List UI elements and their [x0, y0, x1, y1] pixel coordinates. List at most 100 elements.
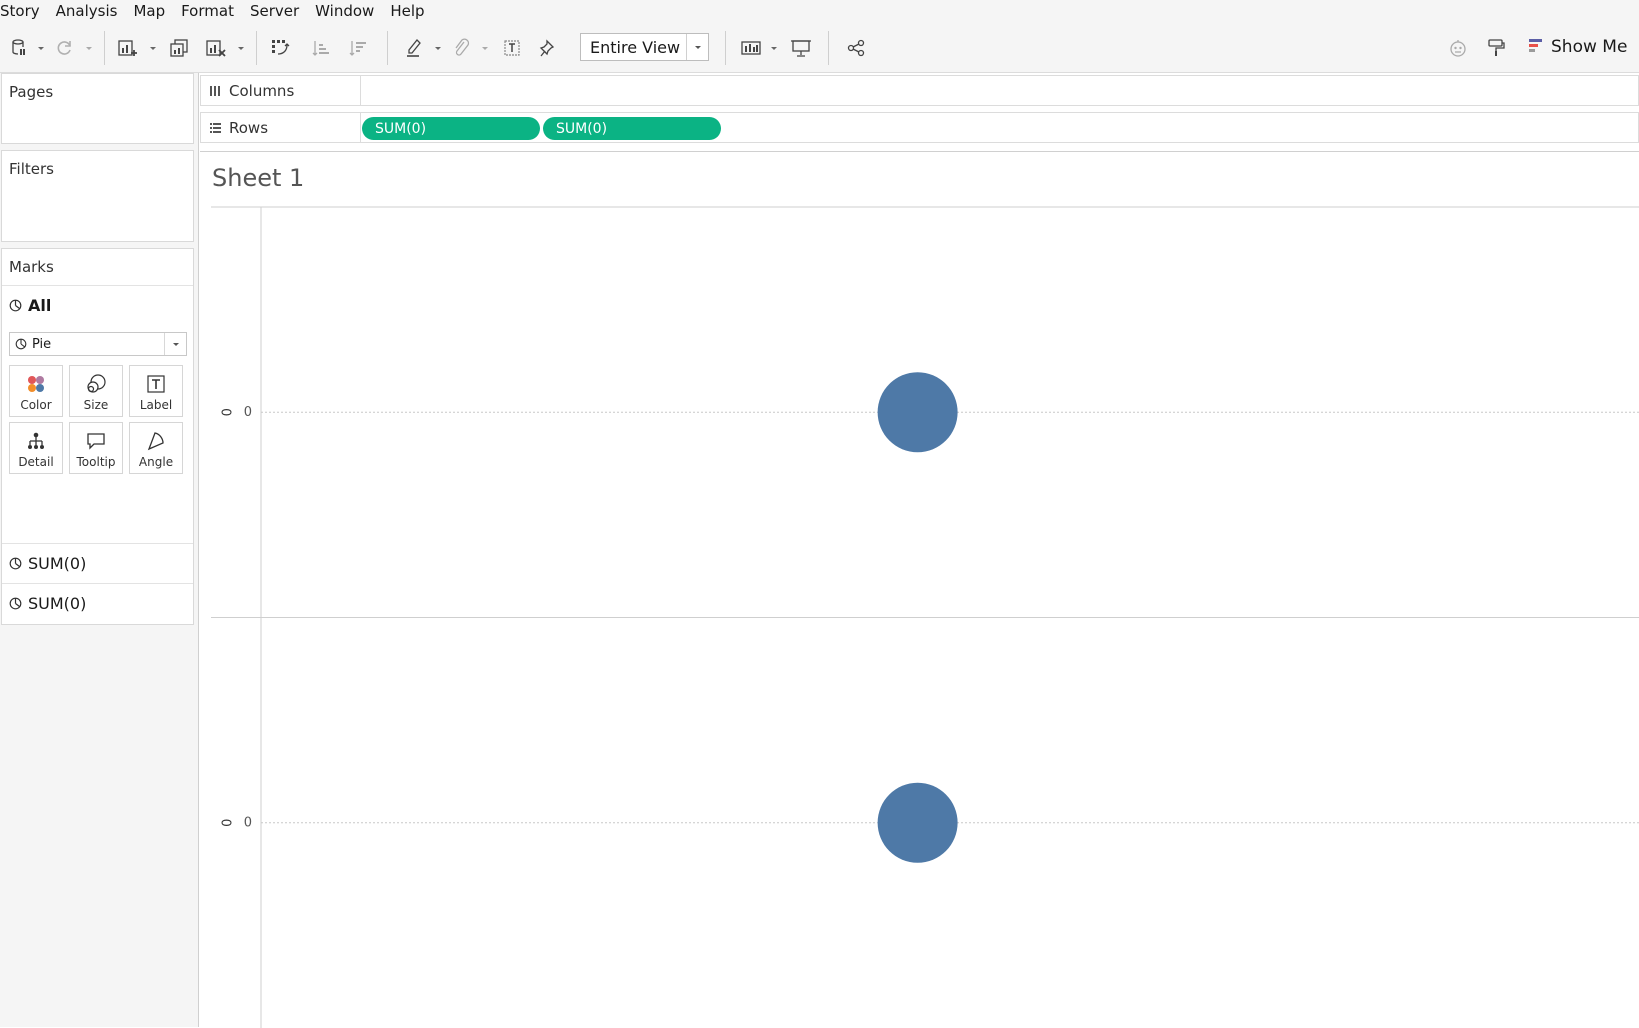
- menu-map[interactable]: Map: [125, 0, 173, 23]
- columns-icon: [201, 85, 229, 97]
- pause-data-icon[interactable]: [8, 35, 30, 61]
- caret-down-icon[interactable]: [37, 44, 45, 52]
- left-panel: Pages Filters Marks All Pie Color Size L…: [0, 73, 199, 1027]
- mark-type-dropdown[interactable]: Pie: [9, 332, 187, 356]
- chevron-down-icon[interactable]: [164, 333, 186, 355]
- show-mark-labels-icon[interactable]: [500, 35, 524, 61]
- pie-mark: [877, 782, 958, 863]
- row-pill-sum[interactable]: SUM(0): [362, 117, 540, 140]
- clear-sheet-icon[interactable]: [204, 35, 228, 61]
- caret-down-icon[interactable]: [237, 44, 245, 52]
- size-label: Size: [83, 398, 109, 412]
- toolbar: Entire View Show Me: [0, 23, 1639, 73]
- pie-mark-icon: [10, 338, 32, 350]
- menu-server[interactable]: Server: [242, 0, 307, 23]
- toolbar-divider: [256, 31, 257, 65]
- refresh-icon[interactable]: [52, 35, 76, 61]
- marks-measure-tab[interactable]: SUM(0): [2, 543, 193, 583]
- filters-card[interactable]: Filters: [1, 150, 194, 242]
- color-palette-icon: [26, 366, 46, 396]
- show-me-icon: [1528, 37, 1544, 58]
- show-cards-icon[interactable]: [738, 35, 764, 61]
- highlight-icon[interactable]: [402, 35, 426, 61]
- duplicate-sheet-icon[interactable]: [167, 35, 191, 61]
- marks-measure-tab[interactable]: SUM(0): [2, 583, 193, 623]
- presentation-mode-icon[interactable]: [788, 35, 814, 61]
- fix-axes-pin-icon[interactable]: [537, 35, 561, 61]
- axis-title: 0: [221, 408, 236, 416]
- label-label: Label: [139, 398, 173, 412]
- caret-down-icon[interactable]: [481, 44, 489, 52]
- marks-all-label: All: [28, 296, 52, 315]
- size-mark-button[interactable]: Size: [69, 365, 123, 417]
- rows-shelf-label: Rows: [201, 113, 361, 142]
- caret-down-icon[interactable]: [434, 44, 442, 52]
- hierarchy-detail-icon: [26, 423, 46, 453]
- measure-tab-label: SUM(0): [28, 594, 87, 613]
- caret-down-icon[interactable]: [149, 44, 157, 52]
- tooltip-mark-button[interactable]: Tooltip: [69, 422, 123, 474]
- pages-card[interactable]: Pages: [1, 73, 194, 144]
- columns-label: Columns: [229, 81, 295, 100]
- columns-shelf-label: Columns: [201, 76, 361, 105]
- tick-label: 0: [244, 405, 252, 420]
- menu-help[interactable]: Help: [382, 0, 432, 23]
- angle-wedge-icon: [146, 423, 166, 453]
- chevron-down-icon[interactable]: [686, 34, 708, 60]
- pie-mark-icon: [2, 557, 28, 570]
- pie-chart: 0 00 0: [211, 206, 1639, 1028]
- fit-view-label: Entire View: [590, 37, 681, 57]
- format-painter-icon[interactable]: [1484, 35, 1508, 61]
- text-label-icon: [146, 366, 166, 396]
- share-icon[interactable]: [844, 35, 868, 61]
- show-me-label: Show Me: [1551, 37, 1628, 57]
- angle-label: Angle: [138, 455, 174, 469]
- pages-title: Pages: [9, 83, 54, 101]
- row-pill-sum[interactable]: SUM(0): [543, 117, 721, 140]
- speech-bubble-icon: [86, 423, 106, 453]
- swap-rows-columns-icon[interactable]: [268, 35, 292, 61]
- pie-mark: [877, 372, 958, 453]
- menu-story[interactable]: Story: [0, 0, 48, 23]
- menu-bar: Story Analysis Map Format Server Window …: [0, 0, 1639, 23]
- tooltip-label: Tooltip: [76, 455, 116, 469]
- menu-format[interactable]: Format: [173, 0, 242, 23]
- angle-mark-button[interactable]: Angle: [129, 422, 183, 474]
- toolbar-divider: [387, 31, 388, 65]
- new-worksheet-icon[interactable]: [116, 35, 140, 61]
- worksheet-view: Sheet 1 0000: [200, 151, 1639, 1028]
- sort-ascending-icon[interactable]: [309, 35, 333, 61]
- detail-label: Detail: [18, 455, 54, 469]
- sort-descending-icon[interactable]: [346, 35, 370, 61]
- filters-title: Filters: [9, 160, 54, 178]
- toolbar-divider: [828, 31, 829, 65]
- rows-icon: [201, 122, 229, 134]
- columns-shelf[interactable]: Columns: [200, 75, 1639, 106]
- toolbar-divider: [725, 31, 726, 65]
- pie-mark-icon: [2, 299, 28, 312]
- fit-view-dropdown[interactable]: Entire View: [580, 33, 709, 61]
- menu-analysis[interactable]: Analysis: [48, 0, 126, 23]
- color-label: Color: [20, 398, 52, 412]
- show-me-button[interactable]: Show Me: [1528, 34, 1627, 60]
- tick-label: 0: [244, 815, 252, 830]
- group-members-icon[interactable]: [449, 35, 473, 61]
- measure-tab-label: SUM(0): [28, 554, 87, 573]
- menu-window[interactable]: Window: [307, 0, 382, 23]
- caret-down-icon[interactable]: [770, 44, 778, 52]
- size-icon: [85, 366, 107, 396]
- marks-title: Marks: [9, 258, 54, 276]
- toolbar-divider: [104, 31, 105, 65]
- axis-title: 0: [221, 819, 236, 827]
- color-mark-button[interactable]: Color: [9, 365, 63, 417]
- detail-mark-button[interactable]: Detail: [9, 422, 63, 474]
- marks-card: Marks All Pie Color Size Label Detail To…: [1, 248, 194, 625]
- caret-down-icon[interactable]: [85, 44, 93, 52]
- marks-all-tab[interactable]: All: [2, 285, 193, 325]
- label-mark-button[interactable]: Label: [129, 365, 183, 417]
- rows-shelf[interactable]: Rows SUM(0) SUM(0): [200, 112, 1639, 143]
- rows-label: Rows: [229, 118, 269, 137]
- pie-mark-icon: [2, 597, 28, 610]
- ask-data-bot-icon[interactable]: [1446, 35, 1470, 61]
- mark-type-label: Pie: [32, 336, 52, 352]
